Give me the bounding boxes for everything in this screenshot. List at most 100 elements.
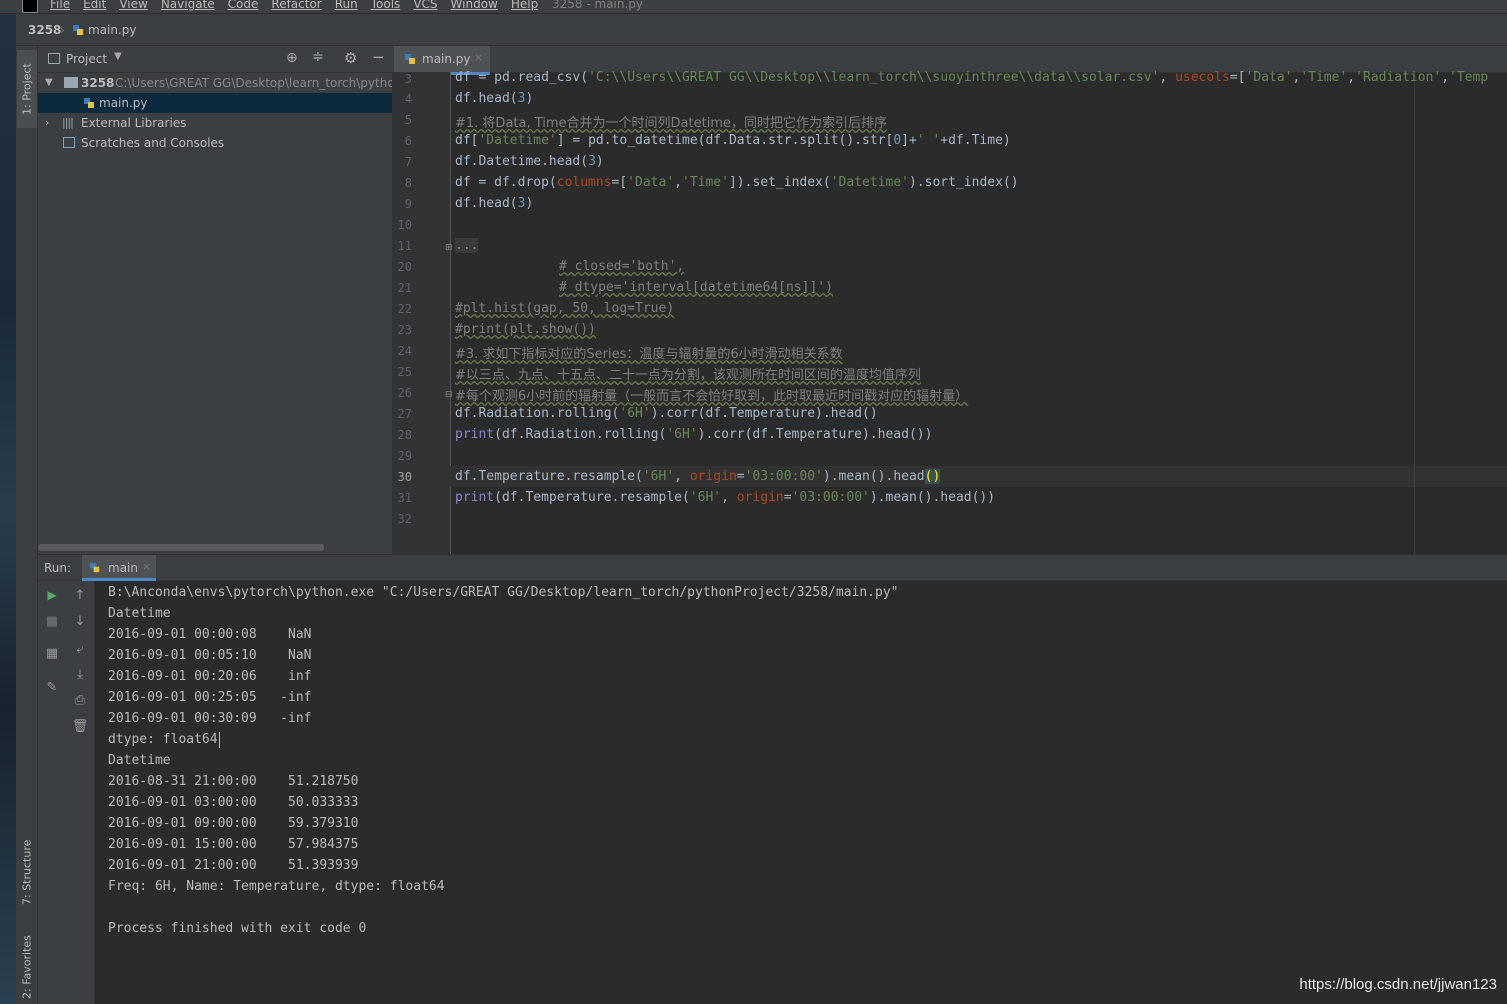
- tab-favorites-tool[interactable]: 2: Favorites: [17, 930, 37, 1004]
- console-line: 2016-09-01 21:00:00 51.393939: [108, 858, 359, 873]
- console-output[interactable]: B:\Anconda\envs\pytorch\python.exe "C:/U…: [95, 581, 1507, 1004]
- line-number: 8: [404, 176, 412, 190]
- code-line[interactable]: df['Datetime'] = pd.to_datetime(df.Data.…: [455, 133, 1011, 148]
- fold-marker-icon[interactable]: ⊟: [445, 390, 453, 400]
- code-line[interactable]: df = pd.read_csv('C:\\Users\\GREAT GG\\D…: [455, 70, 1488, 85]
- code-line[interactable]: #3. 求如下指标对应的Series：温度与辐射量的6小时滑动相关系数: [455, 343, 843, 362]
- console-line: 2016-09-01 15:00:00 57.984375: [108, 837, 359, 852]
- breadcrumb-separator-icon: ›: [60, 23, 65, 37]
- menu-bar: File Edit View Navigate Code Refactor Ru…: [0, 0, 1507, 14]
- menu-file[interactable]: File: [50, 0, 70, 11]
- print-icon[interactable]: ⎙: [72, 692, 88, 708]
- menu-vcs[interactable]: VCS: [413, 0, 437, 11]
- scratches-label: Scratches and Consoles: [81, 136, 225, 150]
- code-line[interactable]: df = df.drop(columns=['Data','Time']).se…: [455, 175, 1019, 190]
- code-line[interactable]: #每个观测6小时前的辐射量（一般而言不会恰好取到，此时取最近时间戳对应的辐射量）: [455, 385, 968, 404]
- collapse-all-icon[interactable]: ≑: [312, 49, 324, 65]
- project-tool-label: 1: Project: [20, 63, 34, 115]
- stop-icon[interactable]: ■: [44, 613, 60, 629]
- expand-arrow-icon[interactable]: ▼: [45, 73, 53, 93]
- menu-view[interactable]: View: [119, 0, 147, 11]
- soft-wrap-icon[interactable]: ⤶: [72, 641, 88, 657]
- gear-icon[interactable]: ⚙: [344, 49, 357, 67]
- code-line-current[interactable]: df.Temperature.resample('6H', origin='03…: [455, 469, 941, 484]
- minimize-icon[interactable]: −: [372, 48, 385, 66]
- file-name: main.py: [99, 96, 148, 110]
- breadcrumb-file[interactable]: main.py: [88, 23, 137, 37]
- code-line[interactable]: df.head(3): [455, 91, 533, 106]
- horizontal-scrollbar[interactable]: [38, 544, 324, 551]
- menu-edit[interactable]: Edit: [83, 0, 106, 11]
- code-line[interactable]: # dtype='interval[datetime64[ns]]'): [559, 280, 833, 295]
- code-line[interactable]: #1. 将Data, Time合并为一个时间列Datetime，同时把它作为索引…: [455, 112, 887, 131]
- close-icon[interactable]: ×: [474, 51, 483, 64]
- console-line: Process finished with exit code 0: [108, 921, 367, 936]
- tab-label: main.py: [422, 52, 471, 66]
- menu-tools[interactable]: Tools: [371, 0, 401, 11]
- console-line: 2016-09-01 00:20:06 inf: [108, 669, 312, 684]
- line-number: 11: [397, 239, 412, 253]
- line-number: 10: [397, 218, 412, 232]
- breadcrumb: 3258 › main.py: [16, 14, 1507, 46]
- folded-code-placeholder[interactable]: ...: [455, 238, 479, 253]
- run-panel-header: Run: main ×: [38, 554, 1507, 581]
- project-view-icon: [48, 53, 60, 64]
- layout-icon[interactable]: ▦: [44, 645, 60, 661]
- menu-window[interactable]: Window: [451, 0, 498, 11]
- project-panel-header: Project ▼ ⊕ ≑ ⚙ −: [38, 46, 392, 73]
- menu-run[interactable]: Run: [335, 0, 358, 11]
- menu-navigate[interactable]: Navigate: [161, 0, 215, 11]
- run-tab-label: main: [108, 561, 138, 575]
- chevron-down-icon[interactable]: ▼: [114, 51, 122, 62]
- external-libraries-label: External Libraries: [81, 116, 187, 130]
- line-number: 5: [404, 113, 412, 127]
- text-caret: [219, 732, 220, 748]
- console-line: 2016-08-31 21:00:00 51.218750: [108, 774, 359, 789]
- menu-help[interactable]: Help: [511, 0, 538, 11]
- code-line[interactable]: df.Datetime.head(3): [455, 154, 604, 169]
- favorites-tool-label: 2: Favorites: [20, 935, 34, 999]
- code-line[interactable]: df.Radiation.rolling('6H').corr(df.Tempe…: [455, 406, 878, 421]
- scratches-icon: [63, 137, 75, 148]
- run-label: Run:: [44, 561, 72, 575]
- tab-project-tool[interactable]: 1: Project: [17, 50, 37, 128]
- scroll-to-end-icon[interactable]: ⤓: [72, 666, 88, 682]
- menu-code[interactable]: Code: [228, 0, 259, 11]
- console-line: Datetime: [108, 753, 171, 768]
- tab-structure-tool[interactable]: 7: Structure: [17, 828, 37, 916]
- fold-marker-icon[interactable]: ⊞: [445, 243, 453, 253]
- code-line[interactable]: print(df.Temperature.resample('6H', orig…: [455, 490, 995, 505]
- project-panel: Project ▼ ⊕ ≑ ⚙ − ▼ 3258 C:\Users\GREAT …: [38, 46, 392, 554]
- code-line[interactable]: # closed='both',: [559, 259, 684, 274]
- close-icon[interactable]: ×: [142, 560, 151, 573]
- python-file-icon: [404, 53, 417, 69]
- code-line[interactable]: #以三点、九点、十五点、二十一点为分割，该观测所在时间区间的温度均值序列: [455, 364, 921, 383]
- line-number: 32: [397, 512, 412, 526]
- pin-icon[interactable]: ✎: [44, 679, 60, 695]
- tree-external-libraries[interactable]: › |||| External Libraries: [38, 113, 392, 133]
- run-tab-main[interactable]: main ×: [82, 555, 156, 581]
- menu-refactor[interactable]: Refactor: [271, 0, 321, 11]
- project-view-title[interactable]: Project: [66, 52, 107, 66]
- code-line[interactable]: #print(plt.show()): [455, 322, 596, 337]
- left-tool-strip: 1: Project 7: Structure 2: Favorites: [16, 46, 38, 1004]
- breadcrumb-project[interactable]: 3258: [28, 23, 61, 37]
- arrow-up-icon[interactable]: ↑: [72, 587, 88, 603]
- tree-file-main[interactable]: main.py: [38, 93, 392, 113]
- python-file-icon: [83, 96, 96, 113]
- line-number: 28: [397, 428, 412, 442]
- trash-icon[interactable]: 🗑: [72, 718, 89, 734]
- tree-root[interactable]: ▼ 3258 C:\Users\GREAT GG\Desktop\learn_t…: [38, 73, 392, 93]
- expand-arrow-icon[interactable]: ›: [45, 113, 49, 133]
- arrow-down-icon[interactable]: ↓: [72, 613, 88, 629]
- python-run-icon: [89, 562, 101, 577]
- line-number: 25: [397, 365, 412, 379]
- rerun-icon[interactable]: ▶: [44, 587, 60, 603]
- line-number: 3: [404, 72, 412, 86]
- console-line: 2016-09-01 03:00:00 50.033333: [108, 795, 359, 810]
- locate-icon[interactable]: ⊕: [286, 50, 298, 66]
- code-line[interactable]: #plt.hist(gap, 50, log=True): [455, 301, 674, 316]
- code-line[interactable]: df.head(3): [455, 196, 533, 211]
- code-line[interactable]: print(df.Radiation.rolling('6H').corr(df…: [455, 427, 932, 442]
- tree-scratches[interactable]: Scratches and Consoles: [38, 133, 392, 153]
